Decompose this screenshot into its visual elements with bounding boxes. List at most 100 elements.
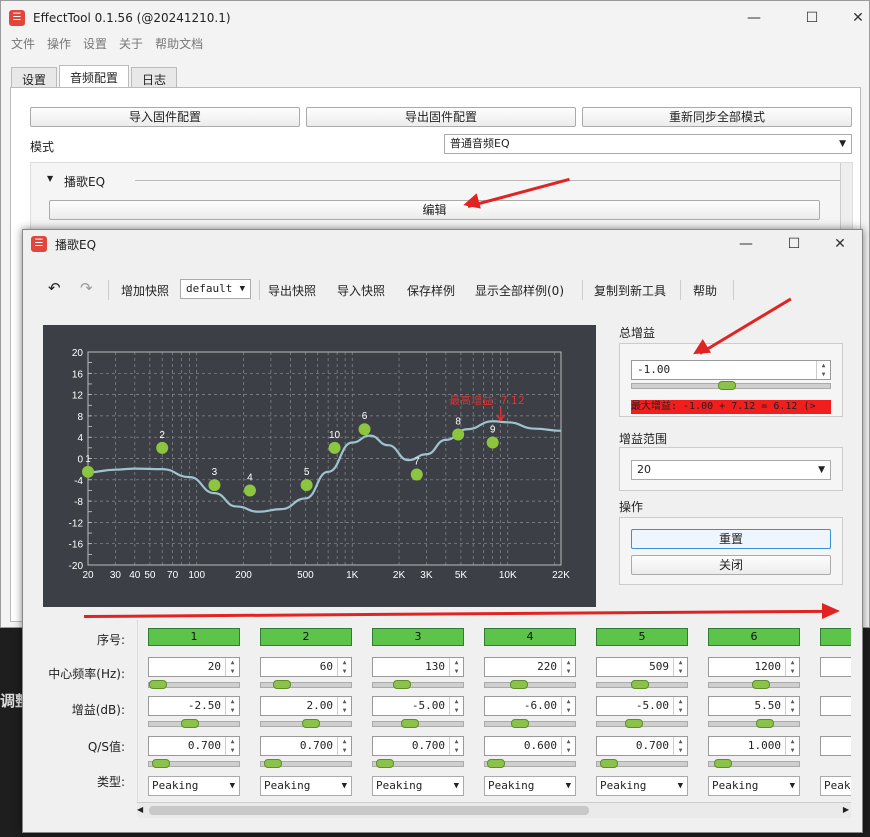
spin-arrows-icon[interactable]: ▲ ▼: [785, 737, 799, 755]
slider-handle[interactable]: [181, 719, 199, 728]
freq-input[interactable]: 1200 ▲ ▼: [708, 657, 800, 677]
close-icon[interactable]: ✕: [835, 1, 870, 35]
maximize-icon[interactable]: ☐: [789, 1, 835, 35]
band-point[interactable]: [452, 428, 465, 441]
q-slider[interactable]: [708, 759, 800, 768]
menu-file[interactable]: 文件: [11, 35, 35, 55]
slider-handle[interactable]: [376, 759, 394, 768]
freq-slider[interactable]: [708, 680, 800, 689]
q-input[interactable]: 0.700 ▲ ▼: [148, 736, 240, 756]
tab-audio-config[interactable]: 音频配置: [59, 65, 130, 88]
q-input-partial[interactable]: [820, 736, 851, 756]
slider-handle[interactable]: [714, 759, 732, 768]
gain-slider[interactable]: [372, 719, 464, 728]
collapse-arrow-icon[interactable]: ▼: [47, 174, 53, 183]
slider-handle[interactable]: [393, 680, 411, 689]
menu-help-doc[interactable]: 帮助文档: [155, 35, 203, 55]
gain-input-partial[interactable]: [820, 696, 851, 716]
q-input[interactable]: 0.600 ▲ ▼: [484, 736, 576, 756]
export-snapshot-button[interactable]: 导出快照: [268, 282, 316, 299]
eq-close-icon[interactable]: ✕: [817, 230, 863, 258]
slider-handle[interactable]: [600, 759, 618, 768]
spin-arrows-icon[interactable]: ▲ ▼: [561, 737, 575, 755]
q-slider[interactable]: [372, 759, 464, 768]
slider-handle[interactable]: [756, 719, 774, 728]
import-config-button[interactable]: 导入固件配置: [30, 107, 300, 127]
resync-all-button[interactable]: 重新同步全部模式: [582, 107, 852, 127]
freq-input[interactable]: 509 ▲ ▼: [596, 657, 688, 677]
slider-handle[interactable]: [149, 680, 167, 689]
q-slider[interactable]: [148, 759, 240, 768]
gain-range-select[interactable]: 20 ▼: [631, 460, 831, 480]
gain-input[interactable]: 5.50 ▲ ▼: [708, 696, 800, 716]
menu-about[interactable]: 关于: [119, 35, 143, 55]
gain-slider[interactable]: [484, 719, 576, 728]
band-button[interactable]: 3: [372, 628, 464, 646]
total-gain-slider[interactable]: [631, 381, 831, 390]
menu-operate[interactable]: 操作: [47, 35, 71, 55]
spin-arrows-icon[interactable]: ▲ ▼: [449, 737, 463, 755]
freq-slider[interactable]: [484, 680, 576, 689]
spin-arrows-icon[interactable]: ▲ ▼: [561, 697, 575, 715]
gain-input[interactable]: 2.00 ▲ ▼: [260, 696, 352, 716]
export-config-button[interactable]: 导出固件配置: [306, 107, 576, 127]
type-select[interactable]: Peaking ▼: [148, 776, 240, 796]
eq-chart[interactable]: 20 16 12 8 4 0 -4 -8 -12 -16 -20 20 30 40 50 70 100 200 50…: [43, 325, 596, 607]
type-select[interactable]: Peaking ▼: [484, 776, 576, 796]
q-slider[interactable]: [260, 759, 352, 768]
scroll-left-icon[interactable]: ◀: [137, 805, 143, 814]
snapshot-select[interactable]: default ▼: [180, 279, 251, 299]
freq-input[interactable]: 220 ▲ ▼: [484, 657, 576, 677]
slider-handle[interactable]: [510, 680, 528, 689]
band-point[interactable]: [300, 479, 313, 492]
slider-handle[interactable]: [631, 680, 649, 689]
q-input[interactable]: 0.700 ▲ ▼: [372, 736, 464, 756]
band-point[interactable]: [328, 441, 341, 454]
spin-arrows-icon[interactable]: ▲ ▼: [785, 658, 799, 676]
gain-input[interactable]: -5.00 ▲ ▼: [596, 696, 688, 716]
q-input[interactable]: 1.000 ▲ ▼: [708, 736, 800, 756]
add-snapshot-button[interactable]: 增加快照: [121, 282, 169, 299]
gain-input[interactable]: -2.50 ▲ ▼: [148, 696, 240, 716]
freq-input[interactable]: 60 ▲ ▼: [260, 657, 352, 677]
gain-input[interactable]: -5.00 ▲ ▼: [372, 696, 464, 716]
type-select[interactable]: Peaking ▼: [372, 776, 464, 796]
gain-slider[interactable]: [148, 719, 240, 728]
spin-arrows-icon[interactable]: ▲ ▼: [673, 697, 687, 715]
tab-log[interactable]: 日志: [131, 67, 178, 88]
slider-handle[interactable]: [625, 719, 643, 728]
menu-settings[interactable]: 设置: [83, 35, 107, 55]
slider-handle[interactable]: [401, 719, 419, 728]
freq-input[interactable]: 130 ▲ ▼: [372, 657, 464, 677]
spin-arrows-icon[interactable]: ▲ ▼: [785, 697, 799, 715]
q-input[interactable]: 0.700 ▲ ▼: [596, 736, 688, 756]
spin-arrows-icon[interactable]: ▲ ▼: [225, 737, 239, 755]
band-button[interactable]: 2: [260, 628, 352, 646]
spin-arrows-icon[interactable]: ▲ ▼: [225, 658, 239, 676]
freq-input-partial[interactable]: [820, 657, 851, 677]
band-button-partial[interactable]: [820, 628, 851, 646]
horizontal-scrollbar[interactable]: ◀ ▶: [137, 802, 851, 818]
band-button[interactable]: 1: [148, 628, 240, 646]
gain-slider[interactable]: [596, 719, 688, 728]
save-sample-button[interactable]: 保存样例: [407, 282, 455, 299]
total-gain-input[interactable]: -1.00 ▲ ▼: [631, 360, 831, 380]
spin-arrows-icon[interactable]: ▲ ▼: [337, 737, 351, 755]
spin-arrows-icon[interactable]: ▲ ▼: [816, 361, 830, 379]
slider-handle[interactable]: [511, 719, 529, 728]
scroll-thumb[interactable]: [149, 806, 589, 815]
spin-arrows-icon[interactable]: ▲ ▼: [449, 658, 463, 676]
show-all-samples-button[interactable]: 显示全部样例(0): [475, 282, 564, 299]
type-select-partial[interactable]: Peaki: [820, 776, 851, 796]
slider-handle[interactable]: [273, 680, 291, 689]
spin-arrows-icon[interactable]: ▲ ▼: [673, 737, 687, 755]
undo-icon[interactable]: ↶: [48, 279, 61, 297]
scroll-right-icon[interactable]: ▶: [843, 805, 849, 814]
type-select[interactable]: Peaking ▼: [260, 776, 352, 796]
spin-arrows-icon[interactable]: ▲ ▼: [337, 697, 351, 715]
slider-handle[interactable]: [264, 759, 282, 768]
slider-handle[interactable]: [487, 759, 505, 768]
redo-icon[interactable]: ↷: [80, 279, 93, 297]
band-point[interactable]: [208, 479, 221, 492]
freq-slider[interactable]: [596, 680, 688, 689]
